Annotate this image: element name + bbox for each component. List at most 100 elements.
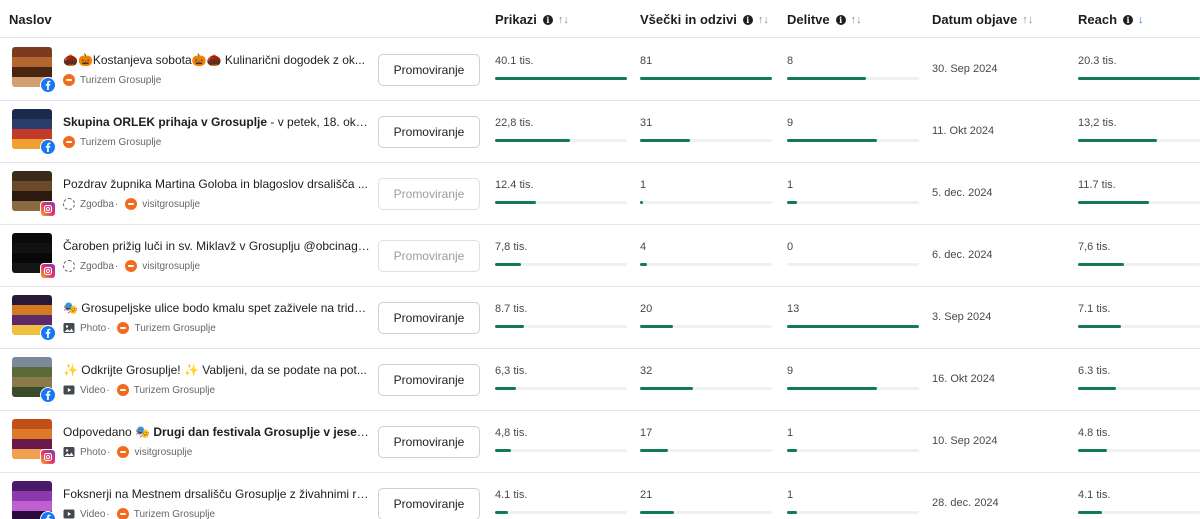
post-title-text: ✨ Odkrijte Grosuplje! ✨ Vabljeni, da se …	[63, 363, 367, 377]
post-meta: Photo · Turizem Grosuplje	[63, 322, 219, 334]
promote-button[interactable]: Promoviranje	[378, 54, 480, 86]
post-title-text: - v petek, 18. oktobr...	[270, 115, 370, 129]
account[interactable]: Turizem Grosuplje	[63, 136, 161, 148]
table-row[interactable]: Odpovedano 🎭 Drugi dan festivala Grosupl…	[0, 411, 1200, 473]
account-name: visitgrosuplje	[142, 198, 201, 210]
table-row[interactable]: 🎭 Grosupeljske ulice bodo kmalu spet zaž…	[0, 287, 1200, 349]
post-type: Zgodba ·	[63, 198, 122, 210]
separator: ·	[106, 384, 110, 396]
post-type-label: Zgodba	[80, 260, 114, 272]
account[interactable]: Turizem Grosuplje	[116, 384, 215, 396]
post-title[interactable]: Foksnerji na Mestnem drsališču Grosuplje…	[63, 487, 370, 501]
account-name: visitgrosuplje	[142, 260, 201, 272]
post-title-bold: Skupina ORLEK prihaja v Grosuplje	[63, 115, 268, 129]
prikazi-value: 7,8 tis.	[495, 241, 528, 253]
post-title[interactable]: ✨ Odkrijte Grosuplje! ✨ Vabljeni, da se …	[63, 363, 370, 377]
table-row[interactable]: Čaroben prižig luči in sv. Miklavž v Gro…	[0, 225, 1200, 287]
reach-bar-fill	[1078, 263, 1124, 266]
account[interactable]: Turizem Grosuplje	[117, 322, 216, 334]
prikazi-bar	[495, 387, 627, 390]
column-header-vsecki[interactable]: Všečki in odzivi i ↑↓	[640, 12, 769, 27]
post-type: Video ·	[63, 508, 114, 519]
post-title[interactable]: 🎭 Grosupeljske ulice bodo kmalu spet zaž…	[63, 301, 370, 315]
table-row[interactable]: Foksnerji na Mestnem drsališču Grosuplje…	[0, 473, 1200, 519]
vsecki-bar	[640, 511, 772, 514]
thumbnail-tone	[12, 171, 52, 181]
publish-date: 11. Okt 2024	[932, 125, 995, 137]
table-row[interactable]: ✨ Odkrijte Grosuplje! ✨ Vabljeni, da se …	[0, 349, 1200, 411]
post-meta: Zgodba · visitgrosuplje	[63, 260, 203, 272]
vsecki-bar-fill	[640, 449, 668, 452]
delitve-value: 1	[787, 489, 794, 501]
table-row[interactable]: Skupina ORLEK prihaja v Grosuplje - v pe…	[0, 101, 1200, 163]
prikazi-bar-fill	[495, 201, 536, 204]
prikazi-value: 22,8 tis.	[495, 117, 534, 129]
info-icon[interactable]: i	[1123, 14, 1134, 25]
delitve-bar	[787, 77, 919, 80]
post-title[interactable]: Odpovedano 🎭 Drugi dan festivala Grosupl…	[63, 425, 370, 439]
post-meta: Video · Turizem Grosuplje	[63, 384, 218, 396]
post-title[interactable]: Čaroben prižig luči in sv. Miklavž v Gro…	[63, 239, 370, 253]
photo-icon	[63, 322, 75, 334]
reach-bar	[1078, 325, 1200, 328]
account[interactable]: visitgrosuplje	[125, 198, 200, 210]
reach-bar	[1078, 77, 1200, 80]
delitve-bar-fill	[787, 201, 797, 204]
account[interactable]: Turizem Grosuplje	[116, 508, 215, 519]
post-title[interactable]: Pozdrav župnika Martina Goloba in blagos…	[63, 177, 370, 191]
promote-button[interactable]: Promoviranje	[378, 488, 480, 519]
reach-value: 4.8 tis.	[1078, 427, 1111, 439]
account[interactable]: visitgrosuplje	[117, 446, 192, 458]
vsecki-bar	[640, 325, 772, 328]
thumbnail-tone	[12, 439, 52, 449]
publish-date: 16. Okt 2024	[932, 373, 995, 385]
post-type-label: Photo	[80, 446, 107, 458]
post-title[interactable]: 🌰🎃Kostanjeva sobota🎃🌰 Kulinarični dogode…	[63, 53, 370, 67]
info-icon[interactable]: i	[742, 14, 753, 25]
info-icon[interactable]: i	[835, 14, 846, 25]
prikazi-bar-fill	[495, 449, 511, 452]
post-title[interactable]: Skupina ORLEK prihaja v Grosuplje - v pe…	[63, 115, 370, 129]
column-header-datum[interactable]: Datum objave ↑↓	[932, 12, 1033, 27]
account[interactable]: Turizem Grosuplje	[63, 74, 161, 86]
vsecki-bar	[640, 387, 772, 390]
sort-icon[interactable]: ↑↓	[758, 14, 769, 26]
separator: ·	[106, 508, 110, 519]
column-header-reach[interactable]: Reach i ↓	[1078, 12, 1144, 27]
delitve-value: 8	[787, 55, 794, 67]
account[interactable]: visitgrosuplje	[125, 260, 200, 272]
column-header-prikazi[interactable]: Prikazi i ↑↓	[495, 12, 569, 27]
sort-descending-icon[interactable]: ↓	[1138, 14, 1144, 26]
column-header-naslov[interactable]: Naslov	[9, 12, 52, 27]
table-row[interactable]: 🌰🎃Kostanjeva sobota🎃🌰 Kulinarični dogode…	[0, 39, 1200, 101]
promote-button[interactable]: Promoviranje	[378, 426, 480, 458]
reach-value: 6.3 tis.	[1078, 365, 1111, 377]
column-label: Delitve	[787, 12, 830, 27]
prikazi-value: 12.4 tis.	[495, 179, 534, 191]
table-row[interactable]: Pozdrav župnika Martina Goloba in blagos…	[0, 163, 1200, 225]
sort-icon[interactable]: ↑↓	[558, 14, 569, 26]
info-icon[interactable]: i	[542, 14, 553, 25]
prikazi-bar	[495, 449, 627, 452]
vsecki-bar	[640, 139, 772, 142]
delitve-value: 9	[787, 117, 794, 129]
facebook-icon	[40, 387, 56, 403]
post-type: Photo ·	[63, 446, 114, 458]
sort-icon[interactable]: ↑↓	[851, 14, 862, 26]
delitve-bar	[787, 449, 919, 452]
promote-button[interactable]: Promoviranje	[378, 240, 480, 272]
vsecki-bar-fill	[640, 139, 690, 142]
account-name: Turizem Grosuplje	[134, 322, 216, 334]
delitve-value: 1	[787, 179, 794, 191]
promote-button[interactable]: Promoviranje	[378, 116, 480, 148]
vsecki-value: 21	[640, 489, 653, 501]
publish-date: 10. Sep 2024	[932, 435, 998, 447]
delitve-bar-fill	[787, 387, 877, 390]
vsecki-bar-fill	[640, 387, 693, 390]
column-header-delitve[interactable]: Delitve i ↑↓	[787, 12, 862, 27]
delitve-bar-fill	[787, 325, 919, 328]
promote-button[interactable]: Promoviranje	[378, 302, 480, 334]
sort-icon[interactable]: ↑↓	[1022, 14, 1033, 26]
promote-button[interactable]: Promoviranje	[378, 364, 480, 396]
promote-button[interactable]: Promoviranje	[378, 178, 480, 210]
